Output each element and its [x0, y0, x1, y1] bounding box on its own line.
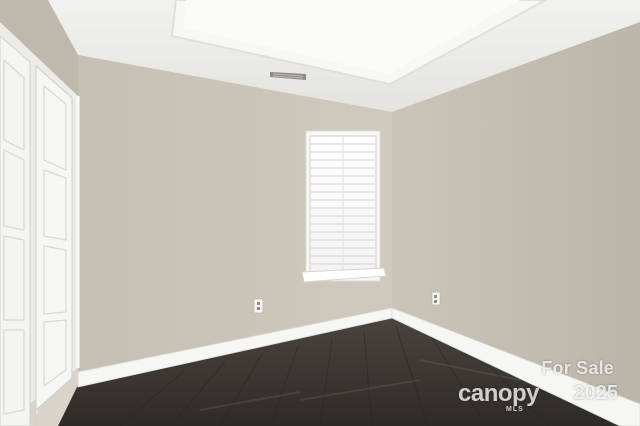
outlet-right-icon	[431, 291, 441, 306]
watermark-for-sale: For Sale	[541, 358, 614, 378]
room-photo: For Sale canopy 2025 MLS	[0, 0, 640, 426]
watermark-brand: canopy	[458, 380, 540, 407]
window	[301, 130, 387, 283]
outlet-icon	[253, 298, 264, 314]
watermark-year: 2025	[573, 382, 619, 404]
watermark-mls: MLS	[506, 406, 524, 413]
watermark: For Sale canopy 2025 MLS	[458, 358, 618, 414]
